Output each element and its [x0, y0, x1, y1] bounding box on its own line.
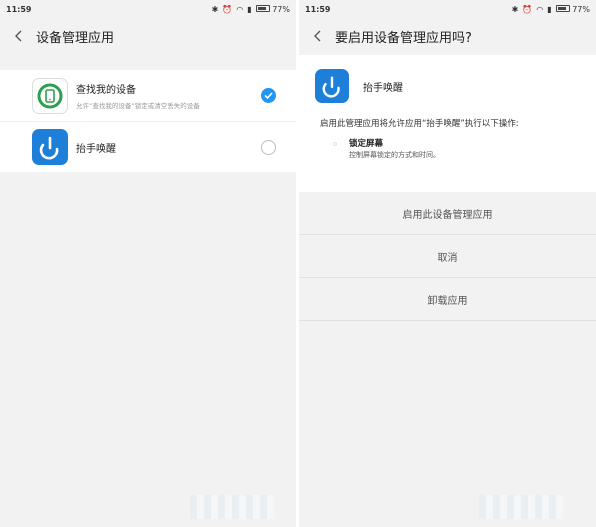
app-name: 抬手唤醒	[363, 82, 403, 94]
bluetooth-icon: ✱	[211, 4, 219, 14]
permission-title: 锁定屏幕	[349, 139, 384, 149]
battery-indicator: 77%	[555, 4, 590, 14]
battery-icon	[255, 4, 270, 12]
checked-checkbox[interactable]	[261, 88, 276, 103]
device-admin-list-screen: 11:59 ✱ ⏰ ◠ ▮ 77% 设备管理应用 查找我的设备 允许“查找我的设…	[0, 0, 296, 527]
raise-wake-icon	[32, 129, 68, 165]
wifi-icon: ◠	[236, 4, 244, 14]
checkmark-icon	[264, 92, 273, 100]
app-header: 抬手唤醒	[315, 69, 403, 103]
action-list: 启用此设备管理应用 取消 卸载应用	[299, 192, 596, 321]
title-bar: 要启用设备管理应用吗?	[299, 18, 596, 54]
status-time: 11:59	[305, 4, 331, 14]
alarm-icon: ⏰	[522, 4, 533, 14]
status-bar: 11:59 ✱ ⏰ ◠ ▮ 77%	[0, 0, 296, 18]
admin-info-card: 抬手唤醒 启用此管理应用将允许应用“抬手唤醒”执行以下操作: 锁定屏幕 控制屏幕…	[299, 55, 596, 192]
battery-icon	[555, 4, 570, 12]
battery-indicator: 77%	[255, 4, 290, 14]
watermark-blur	[479, 495, 563, 519]
battery-fill	[557, 6, 566, 10]
unchecked-checkbox[interactable]	[261, 140, 276, 155]
list-item-find-device[interactable]: 查找我的设备 允许“查找我的设备”锁定或清空丢失的设备	[0, 70, 296, 121]
wifi-icon: ◠	[536, 4, 544, 14]
list-item-raise-wake[interactable]: 抬手唤醒	[0, 121, 296, 172]
battery-fill	[257, 6, 266, 10]
bullet-icon	[333, 142, 337, 146]
status-time: 11:59	[6, 4, 32, 14]
battery-text: 77%	[572, 4, 590, 14]
battery-text: 77%	[272, 4, 290, 14]
page-title: 设备管理应用	[36, 30, 115, 46]
cancel-button[interactable]: 取消	[299, 235, 596, 278]
chevron-left-icon	[314, 30, 321, 42]
activate-admin-button[interactable]: 启用此设备管理应用	[299, 192, 596, 235]
back-button[interactable]	[309, 27, 327, 45]
watermark-blur	[190, 495, 274, 519]
activate-device-admin-screen: 11:59 ✱ ⏰ ◠ ▮ 77% 要启用设备管理应用吗? 抬手唤醒 启用此管理…	[299, 0, 596, 527]
device-admin-app-list: 查找我的设备 允许“查找我的设备”锁定或清空丢失的设备 抬手唤醒	[0, 70, 296, 172]
page-title: 要启用设备管理应用吗?	[335, 30, 472, 46]
find-device-icon	[32, 77, 68, 114]
chevron-left-icon	[15, 30, 22, 42]
bluetooth-icon: ✱	[511, 4, 519, 14]
signal-icon: ▮	[547, 4, 552, 14]
raise-wake-icon	[315, 69, 349, 103]
status-bar: 11:59 ✱ ⏰ ◠ ▮ 77%	[299, 0, 596, 18]
title-bar: 设备管理应用	[0, 18, 296, 54]
alarm-icon: ⏰	[222, 4, 233, 14]
permission-description: 控制屏幕锁定的方式和时间。	[349, 151, 440, 159]
permission-message: 启用此管理应用将允许应用“抬手唤醒”执行以下操作:	[320, 119, 519, 129]
signal-icon: ▮	[247, 4, 252, 14]
back-button[interactable]	[10, 27, 28, 45]
uninstall-button[interactable]: 卸载应用	[299, 278, 596, 321]
